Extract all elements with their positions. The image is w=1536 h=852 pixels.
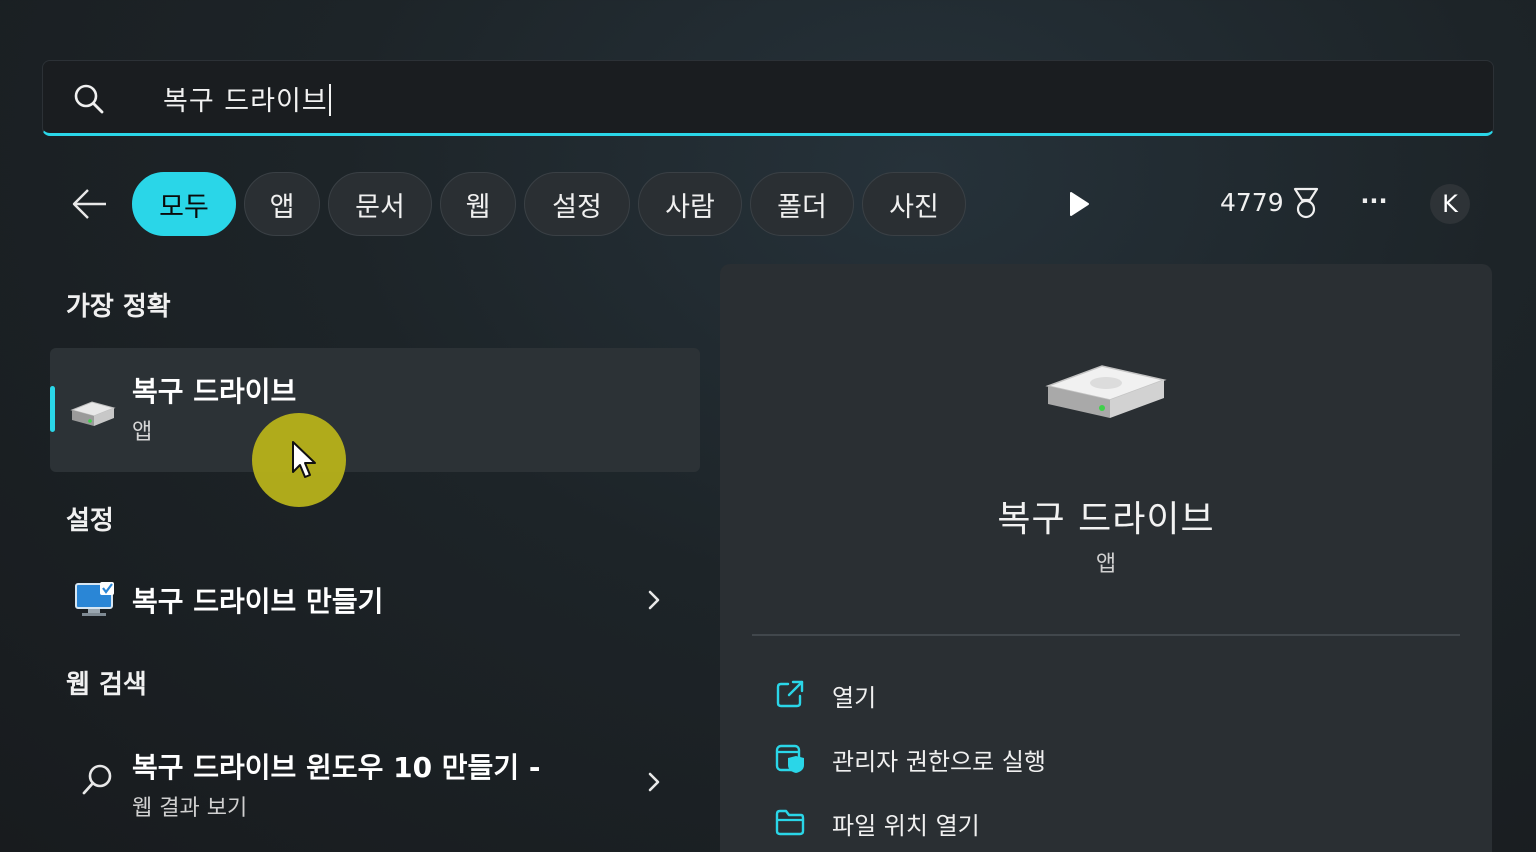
- play-icon[interactable]: [1062, 188, 1094, 220]
- chevron-right-icon[interactable]: [644, 768, 664, 796]
- more-options-icon[interactable]: ···: [1356, 186, 1392, 222]
- action-run-as-admin-label: 관리자 권한으로 실행: [832, 748, 1046, 776]
- filter-chip-documents[interactable]: 문서: [328, 172, 432, 236]
- search-icon: [74, 84, 104, 114]
- action-open[interactable]: 열기: [774, 676, 1374, 716]
- web-search-heading: 웹 검색: [66, 670, 147, 700]
- settings-heading: 설정: [66, 506, 114, 536]
- filter-chip-apps[interactable]: 앱: [244, 172, 320, 236]
- filter-chip-folders[interactable]: 폴더: [750, 172, 854, 236]
- search-icon: [82, 764, 112, 795]
- best-match-name: 복구 드라이브: [132, 375, 297, 408]
- preview-app-type: 앱: [1095, 552, 1117, 577]
- action-run-as-admin[interactable]: 관리자 권한으로 실행: [774, 740, 1374, 780]
- filter-chip-web[interactable]: 웹: [440, 172, 516, 236]
- action-open-file-location[interactable]: 파일 위치 열기: [774, 804, 1374, 844]
- filter-bar: 모두 앱 문서 웹 설정 사람 폴더 사진 4779 ··· K: [0, 172, 1536, 236]
- selection-indicator: [50, 386, 55, 432]
- best-match-type: 앱: [132, 420, 153, 445]
- filter-chip-photos[interactable]: 사진: [862, 172, 966, 236]
- search-bar[interactable]: 복구 드라이브: [42, 60, 1494, 136]
- search-input[interactable]: 복구 드라이브: [163, 79, 331, 118]
- rewards-points[interactable]: 4779: [1220, 188, 1284, 217]
- drive-icon: [70, 401, 116, 426]
- open-external-icon: [776, 680, 804, 708]
- chevron-right-icon[interactable]: [644, 586, 664, 614]
- medal-icon[interactable]: [1290, 186, 1322, 220]
- monitor-check-icon: [75, 582, 114, 616]
- preview-panel: 복구 드라이브 앱 열기 관리자 권한으로 실행 파일 위치 열기: [720, 264, 1492, 852]
- settings-result-create-recovery-drive[interactable]: 복구 드라이브 만들기: [50, 564, 700, 634]
- drive-icon: [1045, 365, 1167, 418]
- divider: [752, 634, 1460, 636]
- web-result-sub: 웹 결과 보기: [132, 796, 248, 821]
- avatar[interactable]: K: [1430, 184, 1470, 224]
- admin-shield-icon: [775, 744, 804, 773]
- folder-icon: [775, 809, 805, 836]
- action-open-label: 열기: [832, 684, 877, 712]
- web-result-label: 복구 드라이브 윈도우 10 만들기 -: [132, 751, 541, 784]
- mouse-cursor-icon: [292, 441, 316, 478]
- filter-chip-people[interactable]: 사람: [638, 172, 742, 236]
- text-caret: [328, 84, 331, 116]
- search-query: 복구 드라이브: [163, 86, 328, 117]
- web-result[interactable]: 복구 드라이브 윈도우 10 만들기 - 웹 결과 보기: [50, 740, 700, 830]
- filter-chip-all[interactable]: 모두: [132, 172, 236, 236]
- best-match-heading: 가장 정확: [66, 292, 171, 322]
- back-arrow-icon[interactable]: [70, 186, 108, 222]
- preview-app-name: 복구 드라이브: [997, 499, 1215, 540]
- best-match-result[interactable]: 복구 드라이브 앱: [50, 348, 700, 472]
- action-open-file-location-label: 파일 위치 열기: [832, 812, 980, 840]
- settings-result-label: 복구 드라이브 만들기: [132, 585, 384, 618]
- filter-chip-settings[interactable]: 설정: [524, 172, 630, 236]
